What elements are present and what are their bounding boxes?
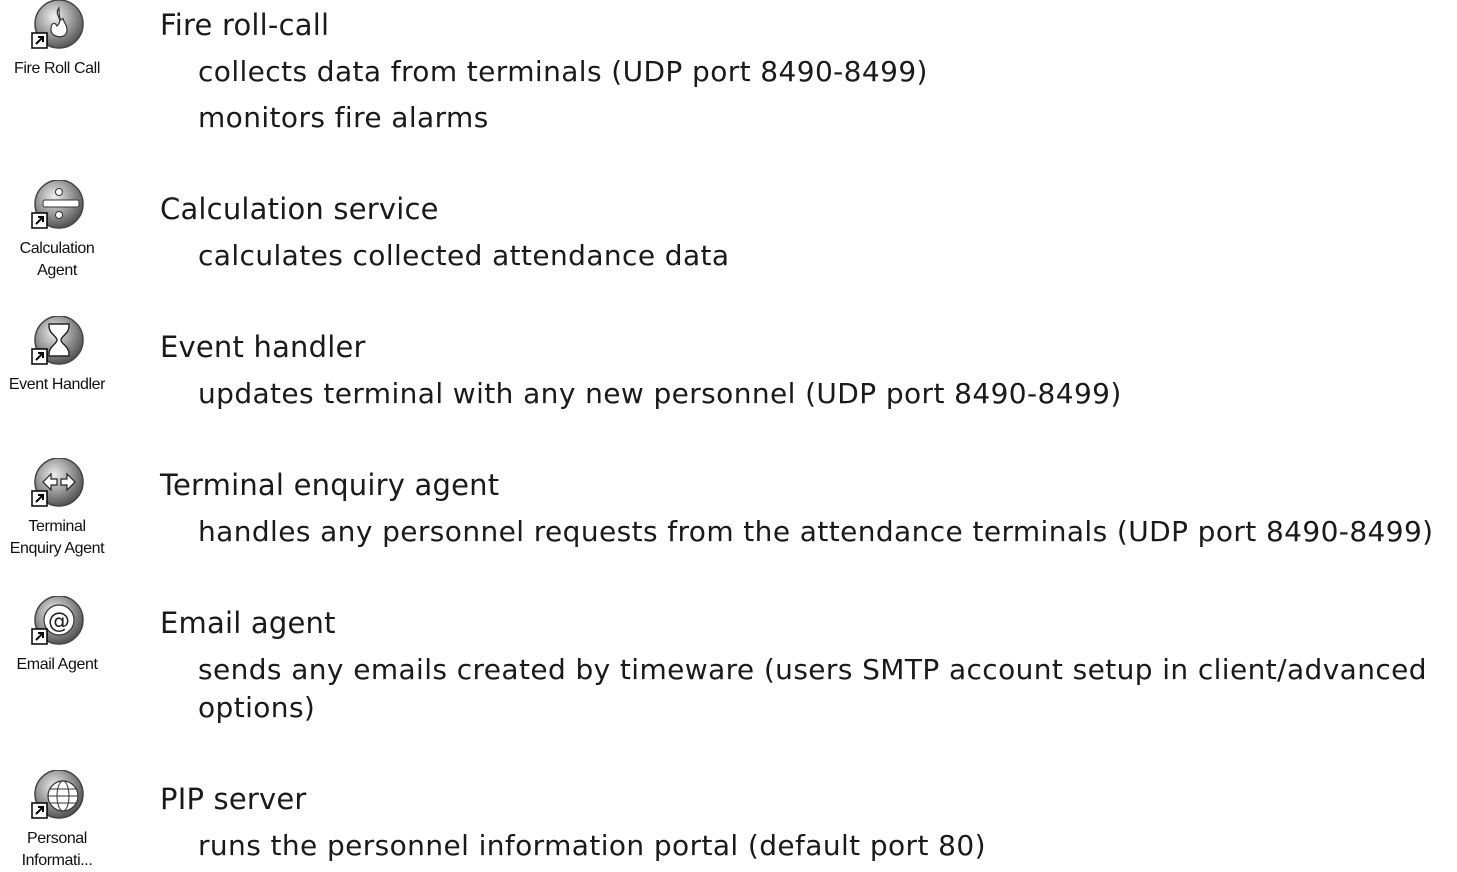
personal-information-shortcut[interactable]: Personal Informati...	[0, 770, 114, 872]
event-handler-desc-1: updates terminal with any new personnel …	[198, 377, 1122, 410]
enquiry-arrows-icon	[31, 458, 84, 507]
fire-roll-call-desc-2: monitors fire alarms	[198, 101, 489, 134]
terminal-enquiry-agent-title: Terminal enquiry agent	[160, 468, 500, 502]
svg-text:@: @	[48, 609, 70, 634]
hourglass-icon	[31, 316, 84, 365]
email-agent-shortcut[interactable]: @ Email Agent	[0, 596, 114, 676]
fire-roll-call-shortcut[interactable]: Fire Roll Call	[0, 0, 114, 80]
event-handler-title: Event handler	[160, 330, 366, 364]
fire-roll-call-shortcut-label: Fire Roll Call	[14, 60, 100, 77]
personal-information-shortcut-label: Personal Informati...	[21, 830, 93, 869]
terminal-enquiry-agent-shortcut[interactable]: Terminal Enquiry Agent	[0, 458, 114, 560]
calculation-agent-shortcut[interactable]: Calculation Agent	[0, 180, 114, 282]
terminal-enquiry-agent-shortcut-label: Terminal Enquiry Agent	[9, 518, 105, 557]
calculation-service-desc-1: calculates collected attendance data	[198, 239, 730, 272]
event-handler-shortcut-label: Event Handler	[8, 376, 106, 393]
pip-server-title: PIP server	[160, 782, 307, 816]
terminal-enquiry-agent-desc-1: handles any personnel requests from the …	[198, 515, 1434, 548]
globe-icon	[31, 770, 84, 819]
email-agent-desc-1: sends any emails created by timeware (us…	[198, 653, 1427, 724]
event-handler-shortcut[interactable]: Event Handler	[0, 316, 114, 396]
calculation-service-title: Calculation service	[160, 192, 439, 226]
email-at-icon: @	[31, 596, 84, 645]
fire-roll-call-title: Fire roll-call	[160, 8, 330, 42]
fire-icon	[31, 0, 84, 49]
pip-server-desc-1: runs the personnel information portal (d…	[198, 829, 986, 862]
calculation-agent-shortcut-label: Calculation Agent	[19, 240, 95, 279]
calculation-icon	[31, 180, 84, 229]
email-agent-title: Email agent	[160, 606, 336, 640]
fire-roll-call-desc-1: collects data from terminals (UDP port 8…	[198, 55, 928, 88]
email-agent-shortcut-label: Email Agent	[16, 656, 98, 673]
